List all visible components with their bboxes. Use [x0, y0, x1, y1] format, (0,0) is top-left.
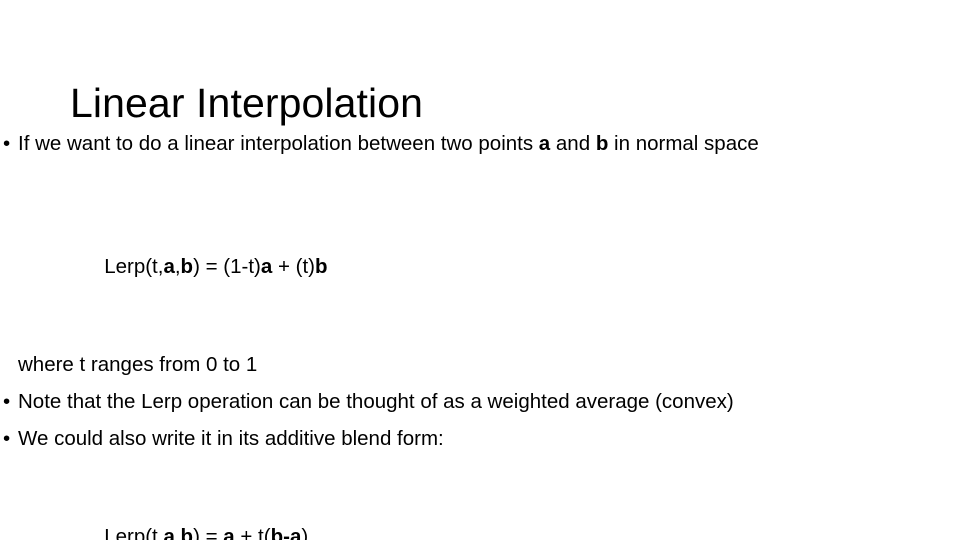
slide-body: • If we want to do a linear interpolatio…: [0, 131, 900, 540]
bullet-icon: •: [3, 132, 11, 155]
bullet-item-1-label: If we want to do a linear interpolation …: [18, 132, 759, 155]
bullet-item-2: • Note that the Lerp operation can be th…: [0, 389, 900, 415]
formula-lerp-weighted-text: Lerp(t,a,b) = (1-t)a + (t)b: [104, 255, 328, 278]
formula-lerp-additive: Lerp(t,a,b) = a + t(b-a): [0, 498, 900, 540]
slide-canvas: Linear Interpolation • If we want to do …: [0, 0, 960, 540]
bullet-item-3-label: We could also write it in its additive b…: [18, 427, 444, 450]
bullet-icon: •: [3, 427, 11, 450]
formula-lerp-weighted: Lerp(t,a,b) = (1-t)a + (t)b: [0, 228, 900, 306]
bullet-item-3: • We could also write it in its additive…: [0, 426, 900, 452]
bullet-item-2-label: Note that the Lerp operation can be thou…: [18, 390, 734, 413]
note-t-range-label: where t ranges from 0 to 1: [18, 353, 258, 376]
bullet-item-1: • If we want to do a linear interpolatio…: [0, 131, 900, 157]
bullet-icon: •: [3, 390, 11, 413]
note-t-range: where t ranges from 0 to 1: [0, 352, 900, 378]
formula-lerp-additive-text: Lerp(t,a,b) = a + t(b-a): [104, 525, 309, 540]
page-title: Linear Interpolation: [70, 80, 424, 127]
